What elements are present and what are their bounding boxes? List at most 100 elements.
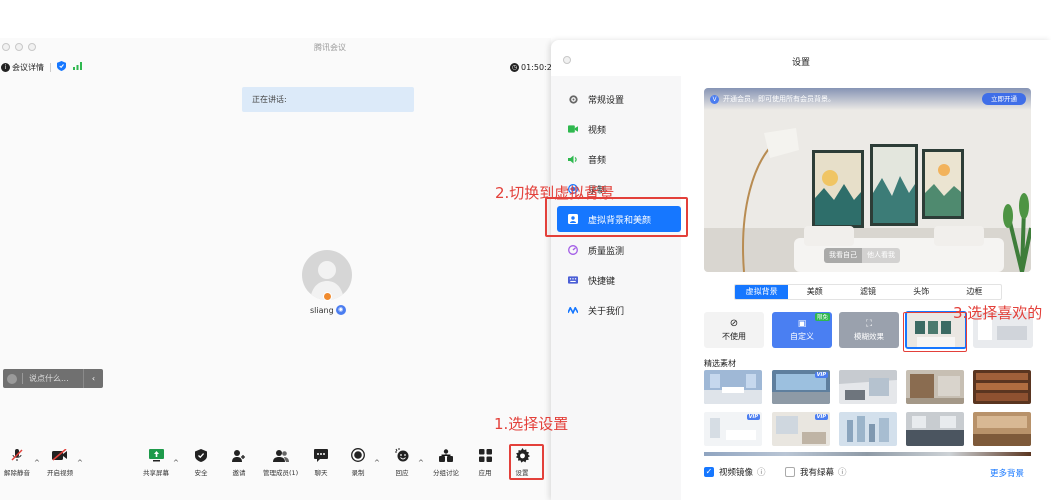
share-screen-button[interactable]: 共享屏幕: [143, 448, 169, 477]
invite-button[interactable]: 邀请: [231, 448, 247, 477]
bg-thumb-white-office[interactable]: VIP: [704, 412, 762, 446]
info-icon[interactable]: ⓘ: [838, 466, 847, 478]
nav-shortcuts[interactable]: 快捷键: [557, 267, 681, 293]
meeting-window: 腾讯会议 i 会议详情 ◷ 01:50:2 正在讲话: sliang ◉ 说点什…: [0, 38, 552, 500]
bg-thumb-office-window[interactable]: VIP: [772, 370, 830, 404]
reaction-options-chevron-icon[interactable]: ^: [418, 459, 424, 467]
tab-filter[interactable]: 滤镜: [841, 285, 894, 299]
breakout-icon: [438, 448, 454, 462]
breakout-rooms-label: 分组讨论: [433, 469, 459, 477]
record-icon: [350, 448, 366, 462]
tab-headwear[interactable]: 头饰: [895, 285, 948, 299]
nav-label: 音频: [588, 155, 607, 166]
security-label: 安全: [194, 469, 208, 477]
others-view-option[interactable]: 他人看我: [862, 248, 900, 263]
free-badge: 限免: [814, 313, 830, 321]
bg-thumb-bookshelf-office[interactable]: [906, 370, 964, 404]
bg-thumb-loft[interactable]: [839, 370, 897, 404]
bg-thumb-cafe[interactable]: [973, 412, 1031, 446]
security-button[interactable]: 安全: [193, 448, 209, 477]
more-backgrounds-link[interactable]: 更多背景: [990, 467, 1024, 479]
chat-button[interactable]: 聊天: [313, 448, 329, 477]
record-label: 录制: [351, 469, 365, 477]
apps-button[interactable]: 应用: [477, 448, 493, 477]
clock-icon: ◷: [510, 62, 519, 72]
preview-view-toggle: 我看自己 他人看我: [824, 248, 900, 263]
divider: [22, 373, 23, 384]
share-options-chevron-icon[interactable]: ^: [173, 459, 179, 467]
chat-quick-input[interactable]: 说点什么... ‹: [3, 369, 103, 388]
settings-highlight-box: [509, 444, 544, 480]
nav-label: 常规设置: [588, 95, 625, 106]
bg-option-none[interactable]: ⊘ 不使用: [704, 312, 764, 348]
vip-banner-content: V 开通会员，即可使用所有会员背景。: [710, 94, 835, 104]
annotation-step2: 2.切换到虚拟背景: [495, 184, 615, 202]
collapse-chevron-icon[interactable]: ‹: [83, 369, 103, 388]
nav-label: 视频: [588, 125, 607, 136]
bg-thumb-bright-room[interactable]: VIP: [772, 412, 830, 446]
greenscreen-checkbox[interactable]: [785, 467, 795, 477]
bg-option-custom-label: 自定义: [790, 331, 814, 341]
bg-option-blur[interactable]: ⛶ 模糊效果: [839, 312, 899, 348]
mirror-checkbox[interactable]: ✓: [704, 467, 714, 477]
virtual-background-highlight-box: [545, 197, 688, 237]
window-zoom-button[interactable]: [28, 43, 36, 51]
unmute-button[interactable]: 解除静音: [4, 448, 30, 477]
tab-frame[interactable]: 边框: [948, 285, 1001, 299]
window-close-button[interactable]: [2, 43, 10, 51]
bg-thumb-city-view[interactable]: [839, 412, 897, 446]
emoji-icon[interactable]: [7, 373, 17, 384]
tab-virtual-background[interactable]: 虚拟背景: [735, 285, 789, 299]
share-screen-label: 共享屏幕: [143, 469, 169, 477]
nav-audio[interactable]: 音频: [557, 146, 681, 172]
settings-sidebar: 常规设置 视频 音频 录制 虚拟背景和美颜 质量监测 快捷键 关于我们: [551, 76, 681, 500]
nav-general[interactable]: 常规设置: [557, 86, 681, 112]
mirror-option[interactable]: ✓ 视频镜像 ⓘ: [704, 466, 766, 478]
manage-members-button[interactable]: 管理成员(1): [263, 448, 298, 477]
window-minimize-button[interactable]: [15, 43, 23, 51]
nav-label: 关于我们: [588, 306, 625, 317]
mic-muted-icon: [9, 448, 25, 462]
nav-video[interactable]: 视频: [557, 116, 681, 142]
signal-strength-icon[interactable]: [73, 61, 82, 73]
bg-thumb-library[interactable]: [973, 370, 1031, 404]
start-video-button[interactable]: 开启视频: [47, 448, 73, 477]
vip-badge: VIP: [814, 372, 828, 378]
video-icon: [568, 125, 578, 134]
bg-thumb-kitchen[interactable]: [906, 412, 964, 446]
record-button[interactable]: 录制: [350, 448, 366, 477]
record-options-chevron-icon[interactable]: ^: [374, 459, 380, 467]
blur-icon: ⛶: [865, 318, 873, 329]
breakout-rooms-button[interactable]: 分组讨论: [433, 448, 459, 477]
video-preview: V 开通会员，即可使用所有会员背景。 立即开通 我看自己 他人看我: [704, 88, 1031, 272]
video-options-chevron-icon[interactable]: ^: [77, 459, 83, 467]
reaction-button[interactable]: 回应: [394, 448, 410, 477]
participant-nameplate: sliang ◉: [310, 305, 346, 315]
bg-option-custom[interactable]: ▣ 自定义 限免: [772, 312, 832, 348]
meeting-info-label[interactable]: 会议详情: [12, 62, 44, 73]
bg-thumb-meeting-room[interactable]: [704, 370, 762, 404]
meeting-toolbar: 解除静音 ^ 开启视频 ^ 共享屏幕 ^ 安全 邀请 管理成员(1) 聊天 录制…: [0, 438, 551, 500]
greenscreen-option[interactable]: 我有绿幕 ⓘ: [785, 466, 847, 478]
participant-audio-icon: ◉: [335, 305, 346, 315]
info-icon[interactable]: ⓘ: [757, 466, 766, 478]
meeting-info-bar: i 会议详情 ◷ 01:50:2: [0, 60, 552, 74]
annotation-step3: 3.选择喜欢的: [953, 304, 1043, 322]
speaking-indicator: 正在讲话:: [242, 87, 414, 112]
audio-options-chevron-icon[interactable]: ^: [34, 459, 40, 467]
vip-banner-text: 开通会员，即可使用所有会员背景。: [723, 95, 835, 103]
nav-quality-monitor[interactable]: 质量监测: [557, 237, 681, 263]
unmute-label: 解除静音: [4, 469, 30, 477]
nav-about[interactable]: 关于我们: [557, 297, 681, 323]
chat-label: 聊天: [314, 469, 328, 477]
share-screen-icon: [148, 448, 164, 462]
reaction-icon: [394, 448, 410, 462]
tab-beauty[interactable]: 美颜: [788, 285, 841, 299]
self-view-option[interactable]: 我看自己: [824, 248, 862, 263]
encryption-shield-icon[interactable]: [57, 60, 66, 74]
nav-label: 快捷键: [588, 276, 616, 287]
apps-icon: [477, 448, 493, 462]
nav-label: 质量监测: [588, 246, 625, 257]
vip-activate-button[interactable]: 立即开通: [982, 93, 1026, 105]
image-upload-icon: ▣: [797, 318, 807, 329]
